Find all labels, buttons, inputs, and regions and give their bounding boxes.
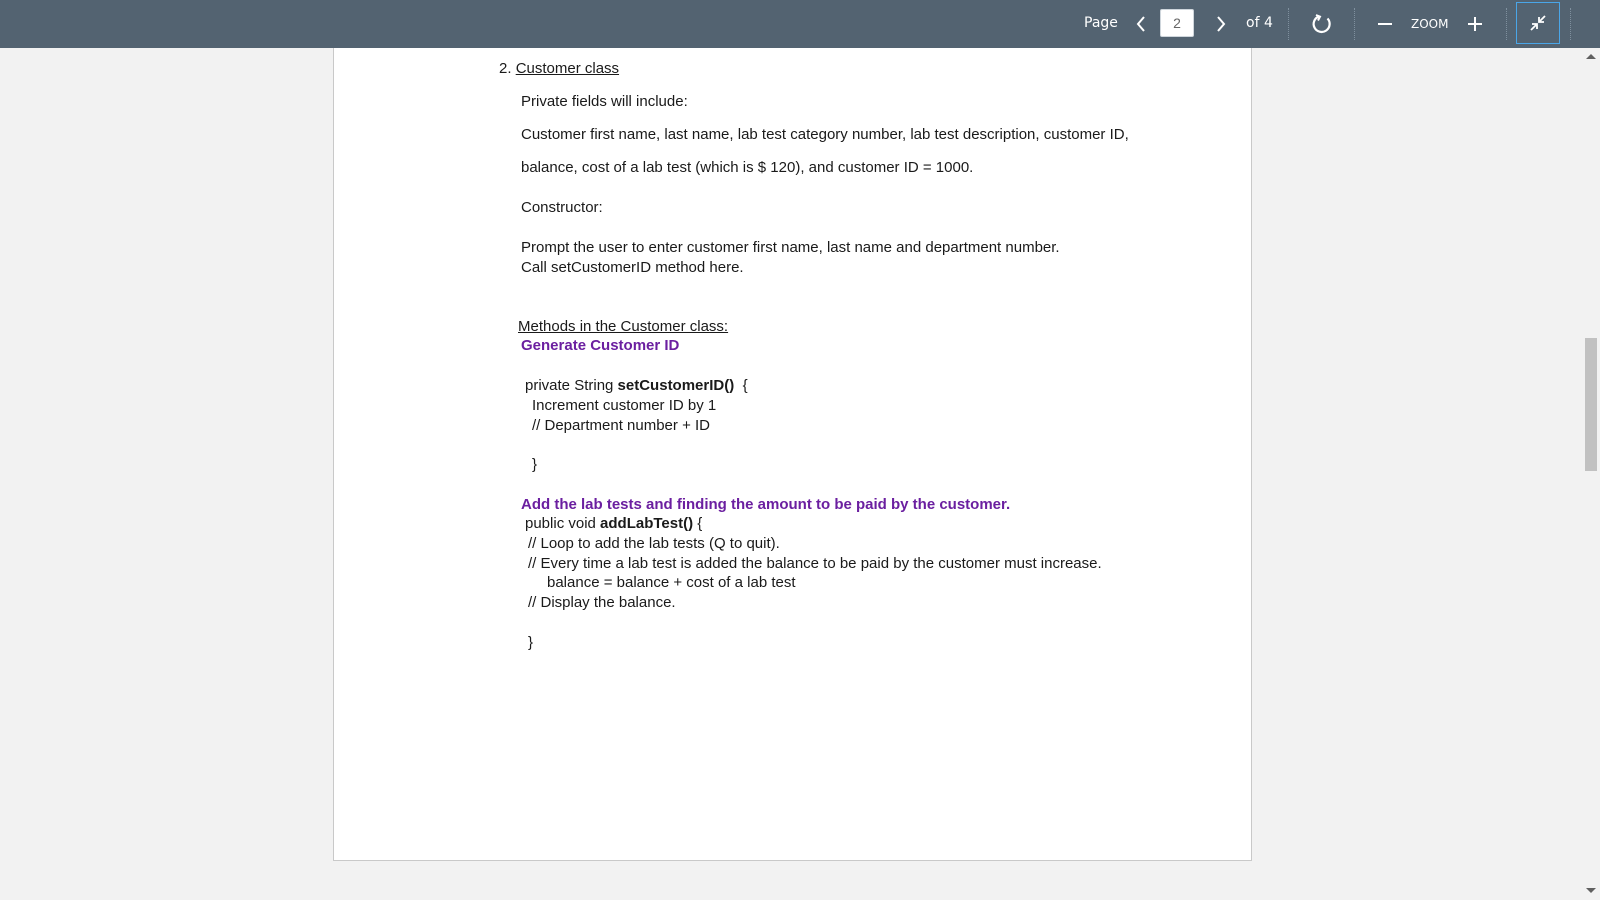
method2-prefix: public void [525, 515, 601, 532]
method1-name: setCustomerID() [617, 377, 735, 394]
document-page: 2. Customer class Private fields will in… [333, 48, 1252, 861]
rotate-button[interactable] [1309, 11, 1335, 37]
exit-fullscreen-icon [1530, 15, 1546, 31]
method1-line-2: // Department number + ID [532, 417, 710, 434]
toolbar-divider [1506, 8, 1507, 40]
private-fields-label: Private fields will include: [521, 93, 688, 110]
previous-page-button[interactable] [1128, 11, 1154, 37]
generate-id-title: Generate Customer ID [521, 337, 680, 354]
zoom-in-button[interactable] [1462, 11, 1488, 37]
scroll-down-arrow-icon[interactable] [1586, 888, 1596, 893]
minus-icon [1378, 23, 1392, 25]
section-title: Customer class [515, 60, 620, 77]
page-total: of 4 [1246, 15, 1273, 31]
constructor-line-1: Prompt the user to enter customer first … [521, 239, 1060, 256]
method2-signature: public void addLabTest() { [525, 515, 702, 532]
method2-suffix: { [693, 515, 703, 532]
toolbar-divider [1570, 8, 1571, 40]
rotate-icon [1312, 14, 1331, 34]
section-heading: 2. Customer class [499, 60, 619, 77]
plus-icon [1468, 17, 1482, 31]
constructor-line-2: Call setCustomerID method here. [521, 259, 744, 276]
constructor-label: Constructor: [521, 199, 603, 216]
add-tests-title: Add the lab tests and finding the amount… [521, 496, 1011, 513]
toolbar-divider [1354, 8, 1355, 40]
method2-line-1: // Loop to add the lab tests (Q to quit)… [528, 535, 780, 552]
chevron-right-icon [1217, 16, 1226, 32]
page-label: Page [1084, 15, 1118, 31]
method1-prefix: private String [525, 377, 618, 394]
method1-signature: private String setCustomerID() { [525, 377, 748, 394]
zoom-out-button[interactable] [1372, 11, 1398, 37]
method1-suffix: { [734, 377, 748, 394]
fields-line-1: Customer first name, last name, lab test… [521, 126, 1129, 143]
method2-line-3: balance = balance + cost of a lab test [547, 574, 796, 591]
vertical-scrollbar[interactable] [1582, 48, 1600, 900]
method2-name: addLabTest() [600, 515, 694, 532]
fields-line-2: balance, cost of a lab test (which is $ … [521, 159, 974, 176]
method1-line-1: Increment customer ID by 1 [532, 397, 717, 414]
chevron-left-icon [1136, 16, 1145, 32]
section-number: 2. [499, 60, 512, 77]
scrollbar-thumb[interactable] [1585, 338, 1597, 471]
exit-fullscreen-button[interactable] [1516, 2, 1560, 44]
method2-line-4: // Display the balance. [528, 594, 676, 611]
next-page-button[interactable] [1208, 11, 1234, 37]
scroll-up-arrow-icon[interactable] [1586, 54, 1596, 59]
method2-close: } [528, 634, 534, 651]
viewer-toolbar: Page of 4 ZOOM [0, 0, 1600, 48]
methods-heading: Methods in the Customer class: [518, 318, 729, 335]
method1-close: } [532, 456, 538, 473]
toolbar-divider [1288, 8, 1289, 40]
method2-line-2: // Every time a lab test is added the ba… [528, 555, 1102, 572]
zoom-label: ZOOM [1411, 17, 1449, 31]
page-number-input[interactable] [1160, 9, 1194, 37]
